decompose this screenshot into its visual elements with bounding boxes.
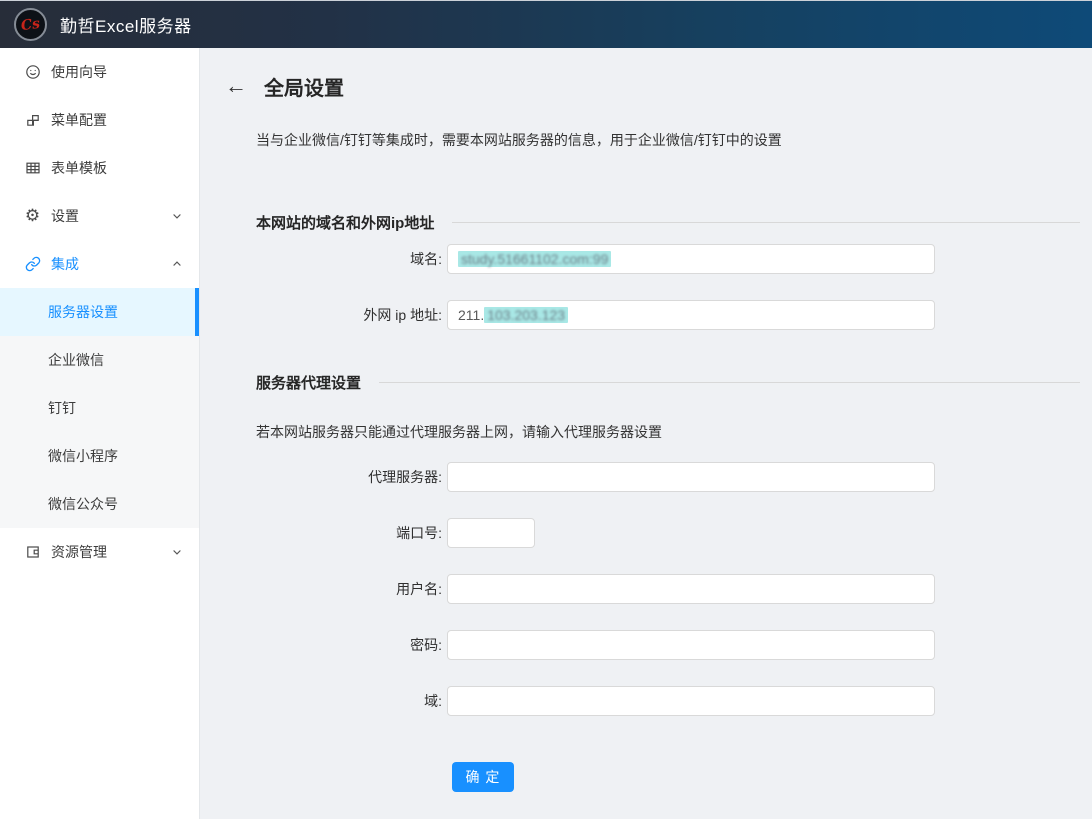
submenu-item-label: 钉钉 [48,398,76,418]
intro-text: 当与企业微信/钉钉等集成时，需要本网站服务器的信息，用于企业微信/钉钉中的设置 [256,130,1080,150]
submenu-item-wechat-official-account[interactable]: 微信公众号 [0,480,199,528]
confirm-button[interactable]: 确 定 [452,762,514,792]
sidebar-item-resource-management[interactable]: 资源管理 [0,528,199,576]
port-row: 端口号: [225,518,1080,548]
submenu-item-label: 微信公众号 [48,494,118,514]
ip-input[interactable]: 211.103.203.123 [447,300,935,330]
sidebar-item-label: 资源管理 [51,542,171,562]
main-content: ← 全局设置 当与企业微信/钉钉等集成时，需要本网站服务器的信息，用于企业微信/… [200,48,1092,819]
topbar: Cs 勤哲Excel服务器 [0,0,1092,48]
submenu-item-wechat-miniprogram[interactable]: 微信小程序 [0,432,199,480]
section-proxy-title: 服务器代理设置 [256,372,361,393]
submenu-item-enterprise-wechat[interactable]: 企业微信 [0,336,199,384]
domain-input[interactable]: study.51661102.com:99 [447,244,935,274]
sidebar-item-form-templates[interactable]: 表单模板 [0,144,199,192]
port-input[interactable] [447,518,535,548]
app-logo-icon: Cs [14,8,47,41]
project-icon [24,544,41,561]
port-label: 端口号: [225,523,447,543]
password-label: 密码: [225,635,447,655]
page-header: ← 全局设置 [225,72,1080,100]
gear-icon: ⚙ [24,208,41,225]
section-divider [452,222,1080,223]
proxy-server-label: 代理服务器: [225,467,447,487]
sidebar-item-usage-guide[interactable]: 使用向导 [0,48,199,96]
ip-label: 外网 ip 地址: [225,305,447,325]
sidebar-item-label: 集成 [51,254,171,274]
sidebar-item-label: 设置 [51,206,171,226]
domain-row: 域名: study.51661102.com:99 [225,244,1080,274]
submenu-item-dingtalk[interactable]: 钉钉 [0,384,199,432]
ip-row: 外网 ip 地址: 211.103.203.123 [225,300,1080,330]
sidebar-item-label: 表单模板 [51,158,183,178]
sidebar: 使用向导 菜单配置 表单模板 ⚙ 设置 [0,48,200,819]
username-input[interactable] [447,574,935,604]
chevron-down-icon [171,210,183,222]
proxy-server-row: 代理服务器: [225,462,1080,492]
password-row: 密码: [225,630,1080,660]
app-title: 勤哲Excel服务器 [60,12,192,37]
smile-icon [24,64,41,81]
proxy-note: 若本网站服务器只能通过代理服务器上网，请输入代理服务器设置 [256,424,1080,440]
submenu-item-label: 服务器设置 [48,302,118,322]
build-icon [24,112,41,129]
chevron-down-icon [171,546,183,558]
integration-submenu: 服务器设置 企业微信 钉钉 微信小程序 微信公众号 [0,288,199,528]
table-icon [24,160,41,177]
page-title: 全局设置 [264,72,344,101]
section-site-header: 本网站的域名和外网ip地址 [256,212,1080,232]
back-button[interactable]: ← [225,75,247,97]
sidebar-item-settings[interactable]: ⚙ 设置 [0,192,199,240]
proxy-domain-label: 域: [225,691,447,711]
link-icon [24,256,41,273]
proxy-domain-row: 域: [225,686,1080,716]
sidebar-item-label: 菜单配置 [51,110,183,130]
section-divider [379,382,1080,383]
password-input[interactable] [447,630,935,660]
username-row: 用户名: [225,574,1080,604]
domain-label: 域名: [225,249,447,269]
redacted-value: study.51661102.com:99 [458,251,611,267]
username-label: 用户名: [225,579,447,599]
submenu-item-label: 企业微信 [48,350,104,370]
proxy-domain-input[interactable] [447,686,935,716]
sidebar-item-integration[interactable]: 集成 [0,240,199,288]
proxy-server-input[interactable] [447,462,935,492]
redacted-value: 103.203.123 [484,307,568,323]
sidebar-item-menu-config[interactable]: 菜单配置 [0,96,199,144]
submenu-item-label: 微信小程序 [48,446,118,466]
section-site-title: 本网站的域名和外网ip地址 [256,212,434,233]
section-proxy-header: 服务器代理设置 [256,372,1080,392]
chevron-up-icon [171,258,183,270]
submenu-item-server-settings[interactable]: 服务器设置 [0,288,199,336]
ip-prefix: 211. [458,307,484,323]
logo-glyph: Cs [20,16,41,33]
sidebar-item-label: 使用向导 [51,62,183,82]
